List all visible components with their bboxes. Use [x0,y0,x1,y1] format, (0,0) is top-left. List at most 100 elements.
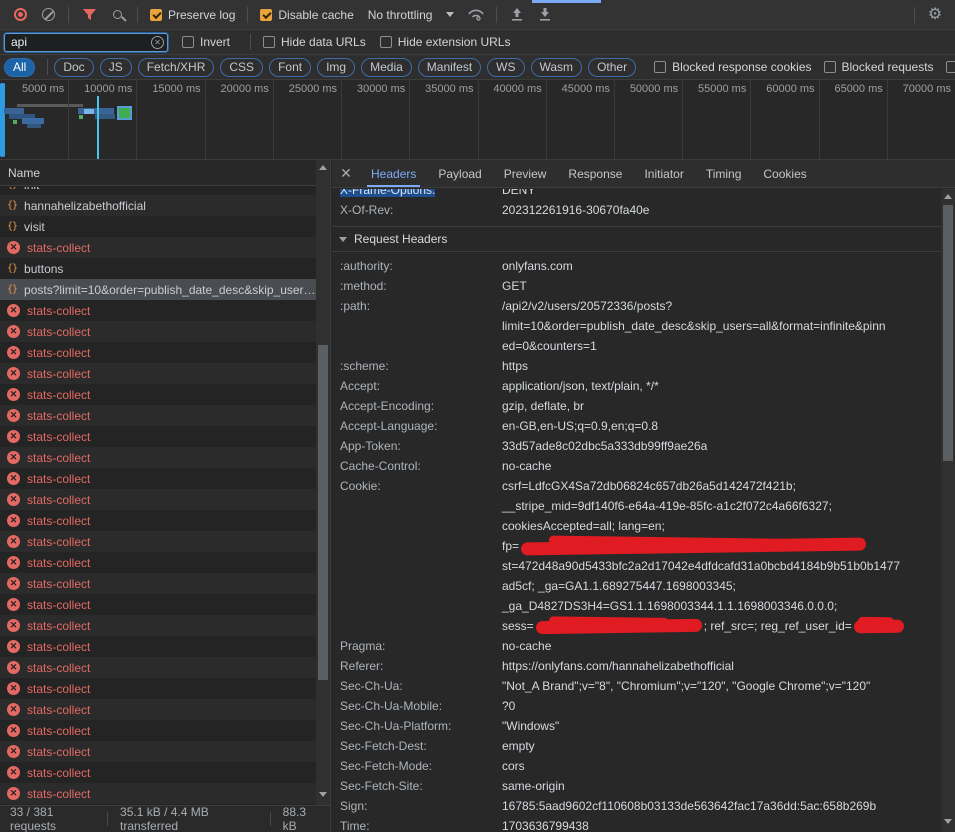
error-status-icon: ✕ [7,535,20,548]
request-row-stats-collect[interactable]: ✕stats-collect [0,657,316,678]
filter-pill-media[interactable]: Media [361,58,412,77]
request-row-stats-collect[interactable]: ✕stats-collect [0,321,316,342]
request-row-stats-collect[interactable]: ✕stats-collect [0,510,316,531]
timeline-tick-label: 50000 ms [614,83,682,99]
filter-pill-wasm[interactable]: Wasm [531,58,583,77]
filter-toggle-button[interactable] [75,3,103,27]
toolbar-divider [496,7,497,23]
filter-pill-fetch-xhr[interactable]: Fetch/XHR [138,58,215,77]
error-status-icon: ✕ [7,724,20,737]
header-row: Sec-Ch-Ua:"Not_A Brand";v="8", "Chromium… [332,676,941,696]
request-row-stats-collect[interactable]: ✕stats-collect [0,426,316,447]
invert-checkbox[interactable]: Invert [182,35,230,49]
close-details-button[interactable]: ✕ [332,165,360,182]
name-column-header[interactable]: Name [0,160,330,186]
request-row-stats-collect[interactable]: ✕stats-collect [0,342,316,363]
request-row-buttons[interactable]: {}buttons [0,258,316,279]
blocked-response-cookies-checkbox[interactable]: Blocked response cookies [654,60,811,74]
request-row-stats-collect[interactable]: ✕stats-collect [0,447,316,468]
tab-cookies[interactable]: Cookies [752,160,817,187]
timeline-tick-label: 15000 ms [136,83,204,99]
tab-payload[interactable]: Payload [427,160,492,187]
request-row-stats-collect[interactable]: ✕stats-collect [0,594,316,615]
request-row-stats-collect[interactable]: ✕stats-collect [0,300,316,321]
request-row-stats-collect[interactable]: ✕stats-collect [0,741,316,762]
request-row-stats-collect[interactable]: ✕stats-collect [0,237,316,258]
hide-extension-urls-checkbox[interactable]: Hide extension URLs [380,35,511,49]
network-conditions-icon [467,7,485,22]
request-headers-section-toggle[interactable]: Request Headers [332,226,941,252]
request-row-hannahelizabethofficial[interactable]: {}hannahelizabethofficial [0,195,316,216]
3rd-party-requests-checkbox[interactable]: 3rd-party requests [946,60,955,74]
settings-button[interactable]: ⚙ [921,3,949,27]
header-name: Sign: [332,796,502,816]
throttling-dropdown[interactable]: No throttling [360,8,463,22]
filter-pill-css[interactable]: CSS [220,58,263,77]
request-row-stats-collect[interactable]: ✕stats-collect [0,384,316,405]
scroll-down-icon[interactable] [944,819,952,824]
clear-filter-icon[interactable]: ✕ [151,36,164,49]
request-row-stats-collect[interactable]: ✕stats-collect [0,468,316,489]
filter-pill-js[interactable]: JS [100,58,132,77]
network-overview-timeline[interactable]: 5000 ms10000 ms15000 ms20000 ms25000 ms3… [0,80,955,160]
timeline-tick-label: 40000 ms [478,83,546,99]
request-row-stats-collect[interactable]: ✕stats-collect [0,783,316,804]
filter-pill-img[interactable]: Img [317,58,355,77]
request-row-posts[interactable]: {}posts?limit=10&order=publish_date_desc… [0,279,316,300]
preserve-log-checkbox[interactable]: Preserve log [150,8,235,22]
request-row-init[interactable]: {}init [0,187,316,195]
hide-data-urls-checkbox[interactable]: Hide data URLs [263,35,366,49]
filter-pill-other[interactable]: Other [588,58,636,77]
request-row-stats-collect[interactable]: ✕stats-collect [0,678,316,699]
error-status-icon: ✕ [7,745,20,758]
json-resource-icon: {} [7,221,17,232]
blocked-requests-checkbox[interactable]: Blocked requests [824,60,934,74]
request-row-stats-collect[interactable]: ✕stats-collect [0,552,316,573]
request-row-stats-collect[interactable]: ✕stats-collect [0,615,316,636]
filter-pill-ws[interactable]: WS [487,58,524,77]
requests-count: 33 / 381 requests [10,805,95,832]
clear-network-log-button[interactable] [34,3,62,27]
tab-headers[interactable]: Headers [360,160,427,187]
request-list-scrollbar[interactable] [316,160,330,805]
export-har-button[interactable] [531,3,559,27]
request-row-stats-collect[interactable]: ✕stats-collect [0,531,316,552]
request-row-stats-collect[interactable]: ✕stats-collect [0,720,316,741]
disable-cache-checkbox[interactable]: Disable cache [260,8,353,22]
request-row-stats-collect[interactable]: ✕stats-collect [0,636,316,657]
tab-response[interactable]: Response [557,160,633,187]
record-network-log-button[interactable] [6,3,34,27]
tab-timing[interactable]: Timing [695,160,753,187]
request-row-stats-collect[interactable]: ✕stats-collect [0,405,316,426]
request-name-label: stats-collect [27,241,90,255]
scroll-up-icon[interactable] [944,194,952,199]
request-row-stats-collect[interactable]: ✕stats-collect [0,363,316,384]
header-name: Sec-Ch-Ua-Mobile: [332,696,502,716]
scrollbar-thumb[interactable] [318,345,328,680]
header-name: X-Frame-Options: [332,189,502,200]
details-scrollbar[interactable] [941,189,955,832]
filter-text-input[interactable]: api ✕ [4,33,168,52]
checkbox-unchecked-icon [263,36,275,48]
request-row-stats-collect[interactable]: ✕stats-collect [0,762,316,783]
filter-pill-doc[interactable]: Doc [54,58,93,77]
tab-preview[interactable]: Preview [493,160,558,187]
scroll-down-icon[interactable] [319,792,327,797]
scroll-up-icon[interactable] [319,165,327,170]
header-value: same-origin [502,776,941,796]
request-row-visit[interactable]: {}visit [0,216,316,237]
import-har-button[interactable] [503,3,531,27]
filter-bar: api ✕ Invert Hide data URLs Hide extensi… [0,30,955,55]
filter-pill-manifest[interactable]: Manifest [418,58,481,77]
filter-pill-font[interactable]: Font [269,58,311,77]
scrollbar-thumb[interactable] [943,205,953,461]
network-conditions-button[interactable] [462,3,490,27]
tab-initiator[interactable]: Initiator [633,160,694,187]
search-button[interactable] [103,3,131,27]
request-row-stats-collect[interactable]: ✕stats-collect [0,699,316,720]
request-row-stats-collect[interactable]: ✕stats-collect [0,573,316,594]
invert-label: Invert [200,35,230,49]
request-row-stats-collect[interactable]: ✕stats-collect [0,489,316,510]
filter-pill-all[interactable]: All [4,58,35,77]
header-name: Sec-Fetch-Mode: [332,756,502,776]
